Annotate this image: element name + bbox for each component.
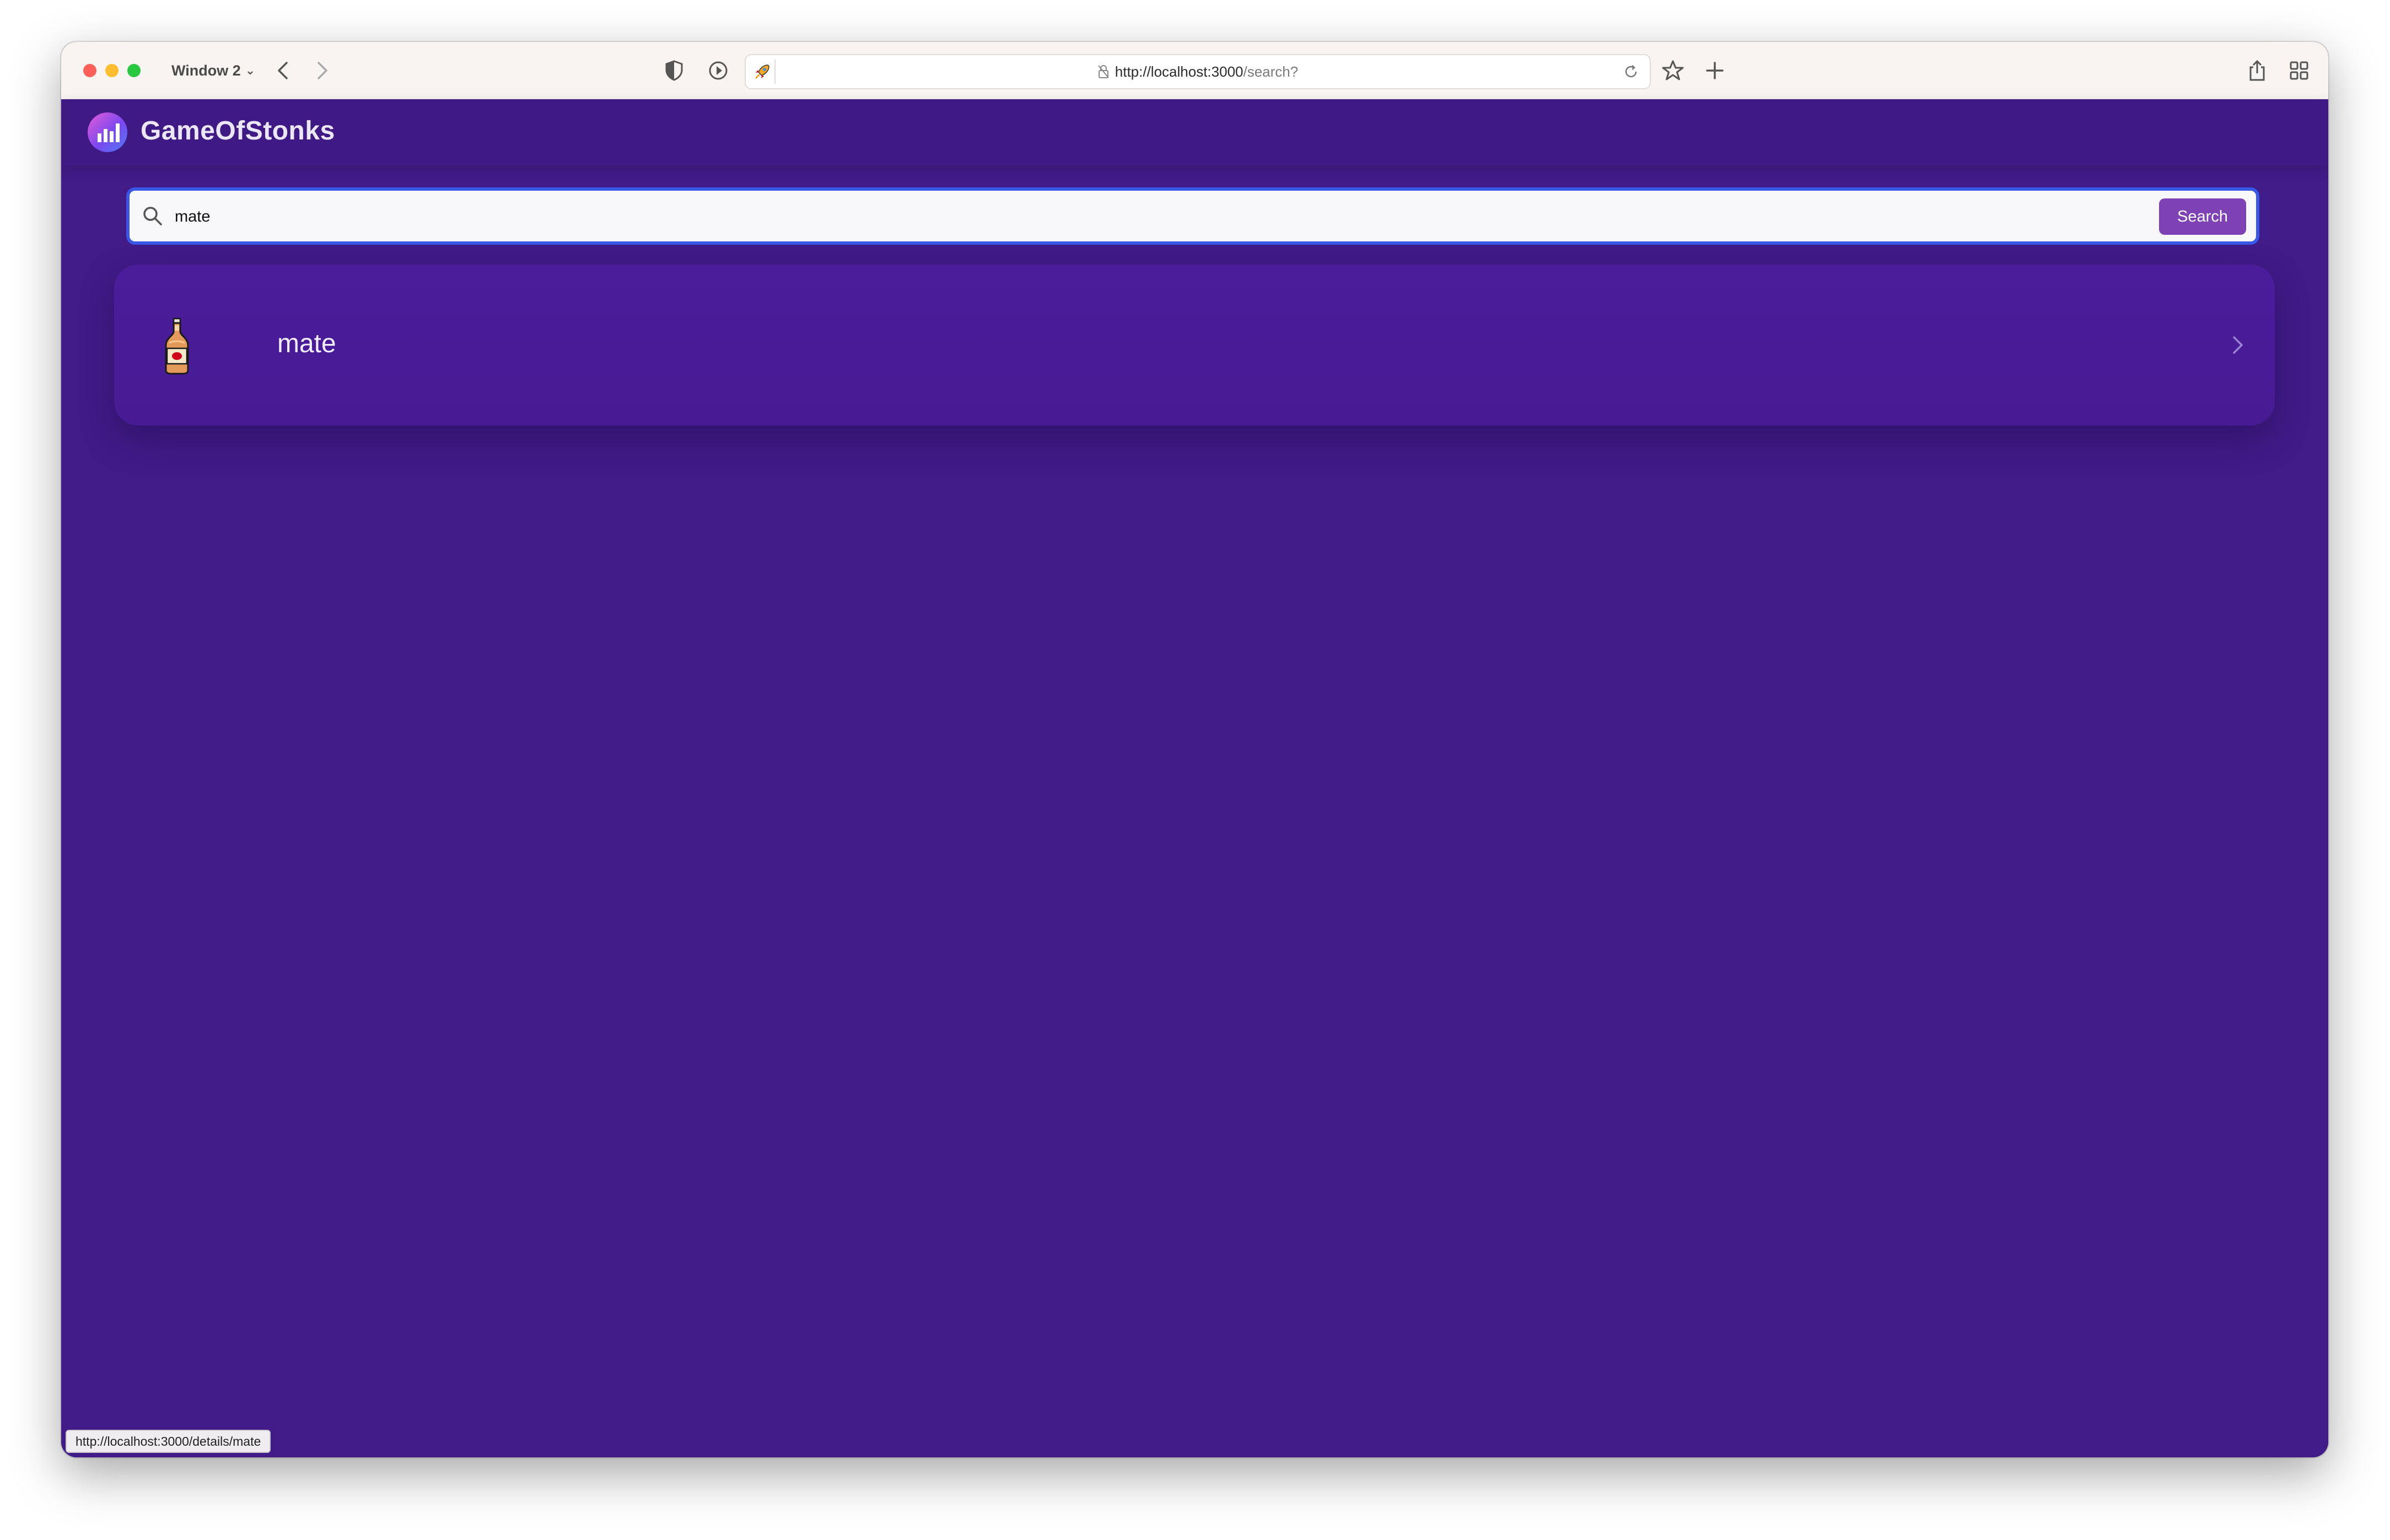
new-tab-button[interactable] [1702, 57, 1728, 84]
page-content: GameOfStonks Search mate h [61, 99, 2328, 1457]
bookmark-button[interactable] [1660, 57, 1686, 84]
chevron-down-icon: ⌄ [245, 63, 256, 77]
grid-icon [2290, 61, 2308, 80]
minimize-window-button[interactable] [105, 64, 119, 77]
app-logo[interactable] [88, 112, 127, 152]
window-menu[interactable]: Window 2 ⌄ [171, 58, 255, 83]
url-path: /search? [1243, 63, 1299, 80]
app-header: GameOfStonks [61, 99, 2328, 165]
brand-title[interactable]: GameOfStonks [141, 116, 335, 146]
maximize-window-button[interactable] [127, 64, 141, 77]
window-menu-label: Window 2 [171, 62, 241, 79]
share-icon [2249, 60, 2265, 81]
tab-overview-button[interactable] [2286, 57, 2312, 84]
chevron-right-icon [2233, 336, 2243, 354]
beer-bottle-icon [165, 317, 189, 375]
browser-toolbar: Window 2 ⌄ http://localhost:3000 /search… [61, 42, 2328, 100]
search-input[interactable] [174, 201, 2105, 233]
privacy-shield-button[interactable] [662, 58, 686, 83]
address-bar[interactable]: http://localhost:3000/search? [745, 54, 1651, 89]
search-bar: Search [126, 187, 2259, 245]
lock-icon [1097, 65, 1109, 78]
plus-icon [1706, 62, 1724, 79]
chevron-right-icon [317, 62, 327, 79]
clock-icon [709, 61, 728, 80]
result-label: mate [277, 329, 336, 358]
result-card-mate[interactable]: mate [114, 265, 2275, 426]
star-icon [1662, 60, 1684, 80]
url-display[interactable]: http://localhost:3000/search? [746, 55, 1650, 88]
bar-chart-icon [98, 123, 120, 142]
link-status-tooltip: http://localhost:3000/details/mate [66, 1430, 271, 1453]
close-window-button[interactable] [83, 64, 96, 77]
forward-button[interactable] [310, 58, 335, 83]
search-button[interactable]: Search [2159, 198, 2246, 235]
back-button[interactable] [271, 58, 295, 83]
browser-window: Window 2 ⌄ http://localhost:3000 /search… [61, 42, 2328, 1457]
share-button[interactable] [2244, 57, 2270, 84]
reload-icon[interactable] [1622, 63, 1640, 80]
extension-timer-button[interactable] [706, 58, 730, 83]
url-host: http://localhost:3000 [1115, 63, 1244, 80]
shield-icon [665, 60, 683, 81]
search-icon [143, 207, 162, 225]
chevron-left-icon [278, 62, 288, 79]
